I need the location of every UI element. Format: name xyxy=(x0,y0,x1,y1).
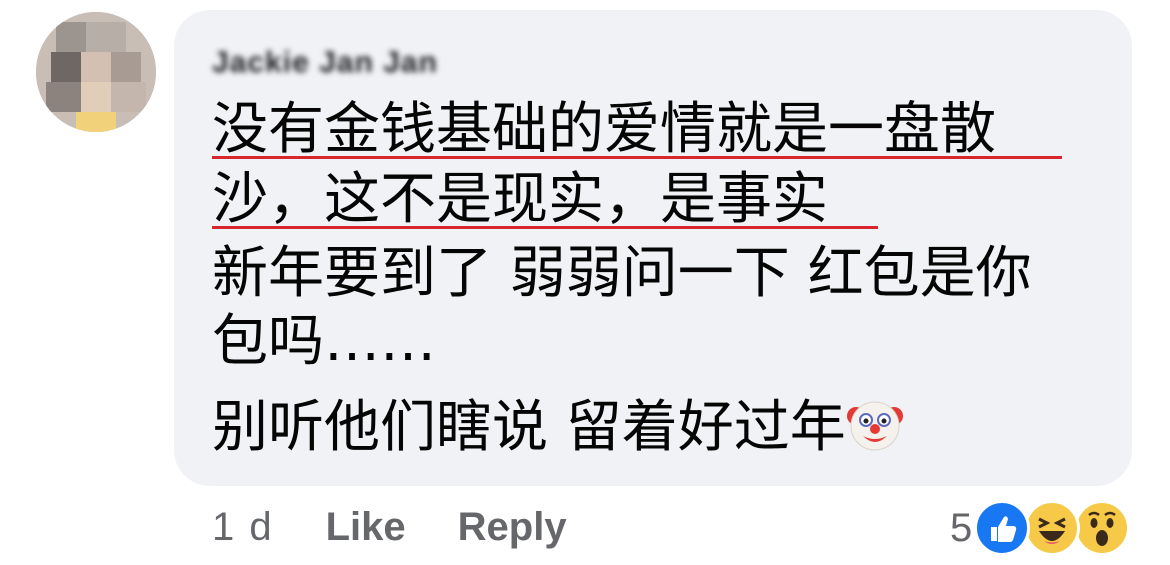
annotation-underline-1 xyxy=(212,156,1062,159)
comment-text-line-4: 包吗…… xyxy=(212,309,436,374)
comment-actions: 1 d Like Reply xyxy=(212,505,567,550)
comment-text-line-1: 没有金钱基础的爱情就是一盘散 xyxy=(212,97,996,162)
comment-text-line-5-text: 别听他们瞎说 留着好过年 xyxy=(212,395,846,460)
reactions-summary[interactable]: 5 xyxy=(950,500,1131,556)
like-button[interactable]: Like xyxy=(326,505,406,550)
like-icon xyxy=(974,500,1031,556)
clown-face-icon xyxy=(846,396,904,454)
reaction-count: 5 xyxy=(950,505,973,550)
wow-icon xyxy=(1074,500,1131,556)
comment-text-line-2: 沙，这不是现实，是事实 xyxy=(212,167,828,232)
comment-text-line-3: 新年要到了 弱弱问一下 红包是你 xyxy=(212,241,1032,306)
annotation-underline-2 xyxy=(212,226,878,229)
comment-text-line-5: 别听他们瞎说 留着好过年 xyxy=(212,396,904,460)
reply-button[interactable]: Reply xyxy=(458,505,567,550)
avatar[interactable] xyxy=(36,12,156,132)
comment-author[interactable]: Jackie Jan Jan xyxy=(212,46,532,82)
haha-icon xyxy=(1024,500,1081,556)
timestamp[interactable]: 1 d xyxy=(212,505,274,550)
